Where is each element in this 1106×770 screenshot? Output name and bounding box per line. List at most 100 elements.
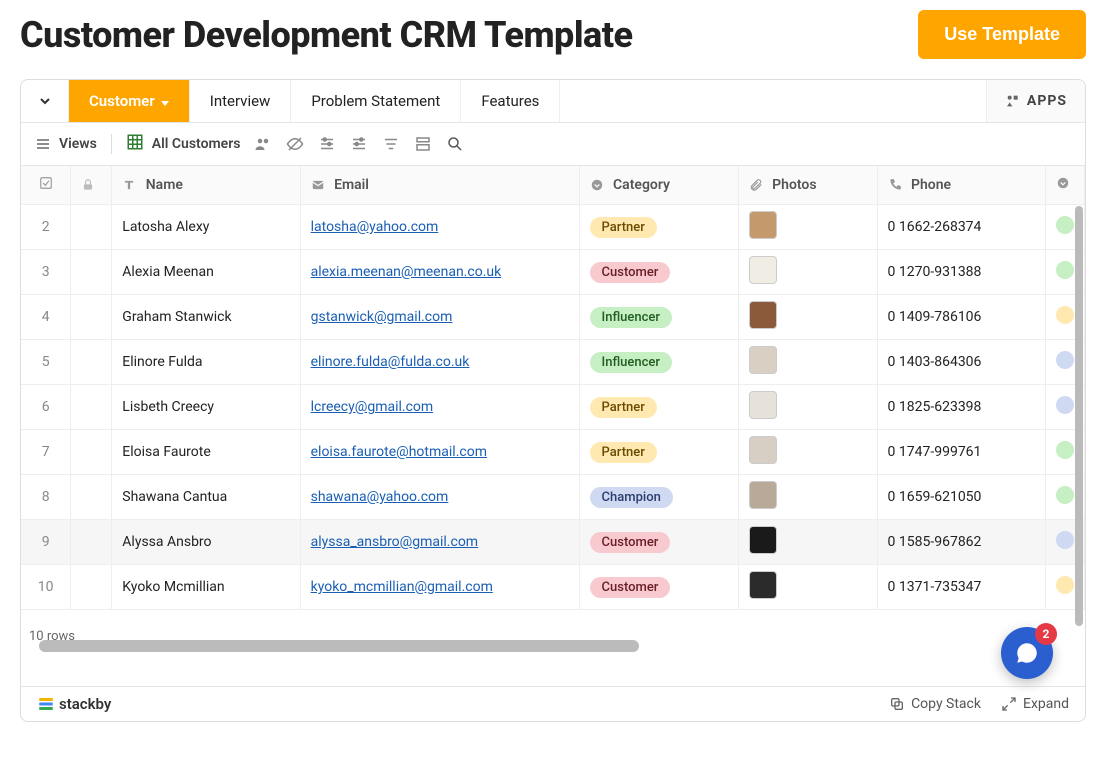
cell-photos[interactable] bbox=[738, 520, 877, 565]
cell-name[interactable]: Latosha Alexy bbox=[112, 205, 300, 250]
cell-category[interactable]: Customer bbox=[579, 250, 738, 295]
expand-button[interactable]: Expand bbox=[1001, 696, 1069, 712]
email-link[interactable]: kyoko_mcmillian@gmail.com bbox=[311, 579, 493, 595]
current-view-button[interactable]: All Customers bbox=[126, 133, 241, 155]
cell-name[interactable]: Eloisa Faurote bbox=[112, 430, 300, 475]
cell-name[interactable]: Kyoko Mcmillian bbox=[112, 565, 300, 610]
cell-phone[interactable]: 0 1409-786106 bbox=[877, 295, 1045, 340]
cell-category[interactable]: Partner bbox=[579, 430, 738, 475]
cell-phone[interactable]: 0 1825-623398 bbox=[877, 385, 1045, 430]
cell-email[interactable]: lcreecy@gmail.com bbox=[300, 385, 579, 430]
column-name[interactable]: Name bbox=[112, 166, 300, 205]
table-row[interactable]: 2Latosha Alexylatosha@yahoo.comPartner0 … bbox=[21, 205, 1085, 250]
cell-phone[interactable]: 0 1747-999761 bbox=[877, 430, 1045, 475]
cell-category[interactable]: Influencer bbox=[579, 340, 738, 385]
cell-category[interactable]: Influencer bbox=[579, 295, 738, 340]
email-link[interactable]: shawana@yahoo.com bbox=[311, 489, 449, 505]
cell-email[interactable]: alyssa_ansbro@gmail.com bbox=[300, 520, 579, 565]
row-height-icon[interactable] bbox=[414, 135, 432, 153]
cell-email[interactable]: latosha@yahoo.com bbox=[300, 205, 579, 250]
cell-photos[interactable] bbox=[738, 250, 877, 295]
chat-fab[interactable]: 2 bbox=[1001, 627, 1053, 679]
cell-phone[interactable]: 0 1270-931388 bbox=[877, 250, 1045, 295]
sort-icon[interactable] bbox=[382, 135, 400, 153]
filter-icon[interactable] bbox=[318, 135, 336, 153]
table-row[interactable]: 8Shawana Cantuashawana@yahoo.comChampion… bbox=[21, 475, 1085, 520]
email-link[interactable]: gstanwick@gmail.com bbox=[311, 309, 453, 325]
cell-phone[interactable]: 0 1403-864306 bbox=[877, 340, 1045, 385]
collaborators-icon[interactable] bbox=[254, 135, 272, 153]
table-row[interactable]: 4 Graham Stanwick gstanwick@gmail.com Influ… bbox=[21, 295, 1085, 340]
copy-stack-button[interactable]: Copy Stack bbox=[889, 696, 981, 712]
cell-email[interactable]: alexia.meenan@meenan.co.uk bbox=[300, 250, 579, 295]
vertical-scrollbar[interactable] bbox=[1075, 206, 1083, 626]
email-link[interactable]: eloisa.faurote@hotmail.com bbox=[311, 444, 487, 460]
table-row[interactable]: 7Eloisa Fauroteeloisa.faurote@hotmail.co… bbox=[21, 430, 1085, 475]
tab-customer[interactable]: Customer bbox=[69, 80, 190, 122]
table-row[interactable]: 10Kyoko Mcmilliankyoko_mcmillian@gmail.c… bbox=[21, 565, 1085, 610]
tab-features[interactable]: Features bbox=[461, 80, 560, 122]
cell-photos[interactable] bbox=[738, 430, 877, 475]
cell-phone[interactable]: 0 1659-621050 bbox=[877, 475, 1045, 520]
column-label: Photos bbox=[772, 177, 816, 193]
email-link[interactable]: elinore.fulda@fulda.co.uk bbox=[311, 354, 470, 370]
table-row[interactable]: 9Alyssa Ansbroalyssa_ansbro@gmail.comCus… bbox=[21, 520, 1085, 565]
email-link[interactable]: lcreecy@gmail.com bbox=[311, 399, 434, 415]
cell-email[interactable]: shawana@yahoo.com bbox=[300, 475, 579, 520]
tab-label: Interview bbox=[210, 92, 271, 110]
row-number: 4 bbox=[21, 295, 71, 340]
search-icon[interactable] bbox=[446, 135, 464, 153]
table-row[interactable]: 6Lisbeth Creecylcreecy@gmail.comPartner0… bbox=[21, 385, 1085, 430]
column-category[interactable]: Category bbox=[579, 166, 738, 205]
cell-photos[interactable] bbox=[738, 340, 877, 385]
cell-email[interactable]: kyoko_mcmillian@gmail.com bbox=[300, 565, 579, 610]
checkbox-header[interactable] bbox=[21, 166, 71, 205]
use-template-button[interactable]: Use Template bbox=[918, 10, 1086, 59]
column-more[interactable] bbox=[1045, 166, 1084, 205]
cell-email[interactable]: elinore.fulda@fulda.co.uk bbox=[300, 340, 579, 385]
cell-category[interactable]: Partner bbox=[579, 205, 738, 250]
views-menu[interactable]: Views bbox=[35, 136, 97, 152]
table-row[interactable]: 3Alexia Meenanalexia.meenan@meenan.co.uk… bbox=[21, 250, 1085, 295]
apps-button[interactable]: APPS bbox=[986, 80, 1085, 122]
column-email[interactable]: Email bbox=[300, 166, 579, 205]
email-link[interactable]: latosha@yahoo.com bbox=[311, 219, 439, 235]
status-chip bbox=[1056, 261, 1074, 279]
cell-photos[interactable] bbox=[738, 475, 877, 520]
column-photos[interactable]: Photos bbox=[738, 166, 877, 205]
tab-problem-statement[interactable]: Problem Statement bbox=[291, 80, 461, 122]
cell-photos[interactable] bbox=[738, 385, 877, 430]
cell-category[interactable]: Customer bbox=[579, 520, 738, 565]
horizontal-scrollbar[interactable] bbox=[39, 640, 639, 652]
row-lock-cell bbox=[71, 430, 112, 475]
group-icon[interactable] bbox=[350, 135, 368, 153]
cell-photos[interactable] bbox=[738, 295, 877, 340]
column-phone[interactable]: Phone bbox=[877, 166, 1045, 205]
cell-phone[interactable]: 0 1585-967862 bbox=[877, 520, 1045, 565]
cell-photos[interactable] bbox=[738, 205, 877, 250]
cell-category[interactable]: Champion bbox=[579, 475, 738, 520]
row-lock-cell bbox=[71, 385, 112, 430]
cell-name[interactable]: Alyssa Ansbro bbox=[112, 520, 300, 565]
chevron-down-icon bbox=[37, 93, 53, 109]
cell-name[interactable]: Graham Stanwick bbox=[112, 295, 300, 340]
apps-icon bbox=[1005, 93, 1021, 109]
hide-fields-icon[interactable] bbox=[286, 135, 304, 153]
cell-name[interactable]: Elinore Fulda bbox=[112, 340, 300, 385]
cell-photos[interactable] bbox=[738, 565, 877, 610]
cell-email[interactable]: gstanwick@gmail.com bbox=[300, 295, 579, 340]
cell-name[interactable]: Lisbeth Creecy bbox=[112, 385, 300, 430]
tab-interview[interactable]: Interview bbox=[190, 80, 292, 122]
cell-phone[interactable]: 0 1662-268374 bbox=[877, 205, 1045, 250]
brand-logo[interactable]: stackby bbox=[37, 695, 111, 713]
cell-category[interactable]: Customer bbox=[579, 565, 738, 610]
cell-category[interactable]: Partner bbox=[579, 385, 738, 430]
table-row[interactable]: 5Elinore Fuldaelinore.fulda@fulda.co.ukI… bbox=[21, 340, 1085, 385]
email-link[interactable]: alyssa_ansbro@gmail.com bbox=[311, 534, 478, 550]
email-link[interactable]: alexia.meenan@meenan.co.uk bbox=[311, 264, 502, 280]
cell-name[interactable]: Alexia Meenan bbox=[112, 250, 300, 295]
cell-name[interactable]: Shawana Cantua bbox=[112, 475, 300, 520]
tabs-expand-toggle[interactable] bbox=[21, 80, 69, 122]
cell-phone[interactable]: 0 1371-735347 bbox=[877, 565, 1045, 610]
cell-email[interactable]: eloisa.faurote@hotmail.com bbox=[300, 430, 579, 475]
